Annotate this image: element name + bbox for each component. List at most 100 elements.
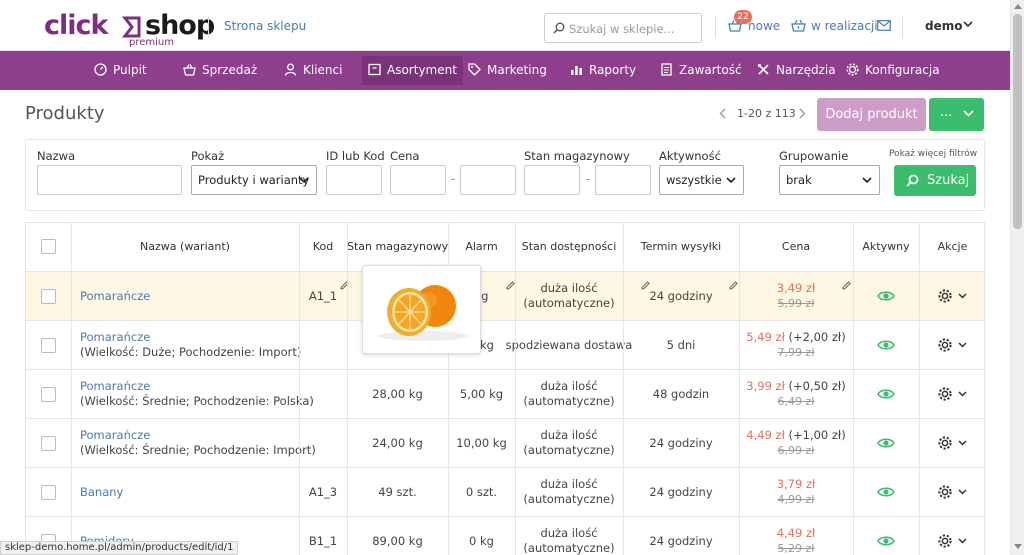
select-all-checkbox[interactable]	[41, 239, 56, 254]
edit-pencil-icon[interactable]	[641, 279, 650, 293]
table-row[interactable]: PomarańczeA1_1kgduża ilość(automatyczne)…	[26, 271, 984, 320]
table-row[interactable]: Pomarańcze (Wielkość: Średnie; Pochodzeni…	[26, 418, 984, 467]
scroll-down-arrow-icon[interactable]	[1014, 544, 1022, 550]
nav-item-zawartosc[interactable]: Zawartość	[654, 56, 748, 85]
eye-icon[interactable]	[877, 486, 895, 498]
row-checkbox[interactable]	[41, 386, 56, 402]
edit-pencil-icon[interactable]	[506, 279, 515, 293]
nav-item-klienci[interactable]: Klienci	[278, 56, 348, 85]
name-wrap: Pomarańcze	[80, 289, 150, 304]
row-actions-menu[interactable]	[938, 338, 967, 352]
user-menu[interactable]: demo	[925, 19, 962, 33]
more-filters-link[interactable]: Pokaż więcej filtrów	[889, 149, 977, 159]
basket-processing-icon[interactable]	[791, 19, 806, 33]
edit-pencil-icon[interactable]	[842, 279, 851, 293]
row-checkbox[interactable]	[41, 484, 56, 500]
filter-group-select[interactable]: brak	[779, 165, 880, 195]
gear-icon	[938, 289, 952, 303]
header-availability[interactable]: Stan dostępności	[515, 223, 623, 271]
chevron-right-icon[interactable]	[799, 108, 806, 119]
availability-value: spodziewana dostawa	[505, 337, 633, 352]
availability-wrap: duża ilość (automatyczne)	[523, 477, 614, 507]
row-actions-menu[interactable]	[938, 387, 967, 401]
search-button[interactable]: Szukaj	[894, 165, 976, 196]
filter-price-min-input[interactable]	[390, 165, 446, 195]
header-name[interactable]: Nazwa (wariant)	[71, 223, 299, 271]
filter-price-max-input[interactable]	[460, 165, 516, 195]
edit-pencil-icon[interactable]	[729, 279, 738, 293]
page-scrollbar[interactable]	[1010, 0, 1024, 555]
eye-icon[interactable]	[877, 388, 895, 400]
in-progress-link[interactable]: w realizacji	[811, 19, 878, 33]
table-row[interactable]: Banany A1_3 49 szt. 0 szt. duża ilość (automa…	[26, 467, 984, 516]
header-price[interactable]: Cena	[739, 223, 853, 271]
header-alarm[interactable]: Alarm	[448, 223, 515, 271]
filter-stock-min-input[interactable]	[524, 165, 580, 195]
row-actions-menu[interactable]	[938, 289, 967, 303]
top-bar: click shop premium Strona sklepu 22 nowe…	[0, 0, 1010, 51]
header-stock[interactable]: Stan magazynowy	[347, 223, 448, 271]
row-checkbox[interactable]	[41, 337, 56, 353]
product-name-link[interactable]: Pomarańcze	[80, 289, 150, 303]
eye-icon[interactable]	[877, 535, 895, 547]
filter-show-select[interactable]: Produkty i warianty	[191, 165, 317, 195]
filter-activity-select[interactable]: wszystkie	[659, 165, 744, 195]
availability-value: duża ilość	[540, 477, 598, 491]
row-actions-menu[interactable]	[938, 534, 967, 548]
add-product-button[interactable]: Dodaj produkt	[817, 98, 926, 131]
eye-icon[interactable]	[877, 437, 895, 449]
header-active[interactable]: Aktywny	[853, 223, 919, 271]
name-wrap: Pomarańcze (Wielkość: Średnie; Pochodzeni…	[80, 379, 314, 409]
scroll-up-arrow-icon[interactable]	[1014, 3, 1022, 9]
nav-item-sprzedaz[interactable]: Sprzedaż	[177, 56, 263, 85]
nav-item-raporty[interactable]: Raporty	[564, 56, 642, 85]
table-row[interactable]: Pomarańcze (Wielkość: Duże; Pochodzenie: …	[26, 320, 984, 369]
eye-icon[interactable]	[877, 339, 895, 351]
price-value: 3,99 zł	[746, 379, 785, 393]
new-orders-link[interactable]: nowe	[748, 19, 780, 33]
nav-item-konfiguracja[interactable]: Konfiguracja	[840, 56, 946, 85]
row-checkbox[interactable]	[41, 288, 56, 304]
price-wrap: 3,79 zł 4,99 zł	[777, 477, 816, 507]
eye-icon[interactable]	[877, 290, 895, 302]
product-name-link[interactable]: Pomarańcze	[80, 330, 150, 344]
chevron-down-icon	[299, 177, 309, 184]
filter-id-input[interactable]	[326, 165, 382, 195]
search-box[interactable]	[544, 13, 702, 43]
product-name-link[interactable]: Banany	[80, 485, 123, 499]
filter-stock-max-input[interactable]	[595, 165, 651, 195]
table-row[interactable]: Pomarańcze (Wielkość: Średnie; Pochodzeni…	[26, 369, 984, 418]
store-link[interactable]: Strona sklepu	[224, 19, 306, 33]
name-wrap: Pomarańcze (Wielkość: Średnie; Pochodzeni…	[80, 428, 316, 458]
main-nav: Pulpit Sprzedaż Klienci Asortyment Marke…	[0, 51, 1010, 90]
availability-value: duża ilość	[540, 379, 598, 393]
old-price-value: 6,99 zł	[777, 444, 815, 457]
shipping-value: 24 godziny	[649, 288, 713, 303]
old-price-value: 4,99 zł	[777, 493, 815, 506]
header-code[interactable]: Kod	[299, 223, 347, 271]
price-wrap: 3,99 zł (+0,50 zł) 6,49 zł	[746, 379, 845, 409]
chevron-left-icon[interactable]	[719, 108, 726, 119]
nav-item-narzedzia[interactable]: Narzędzia	[751, 56, 842, 85]
row-actions-menu[interactable]	[938, 436, 967, 450]
row-actions-menu[interactable]	[938, 485, 967, 499]
actions-cell	[919, 468, 984, 516]
price-value: 3,49 zł	[776, 281, 816, 295]
chevron-down-icon	[958, 489, 967, 495]
nav-item-asortyment[interactable]: Asortyment	[362, 56, 463, 85]
search-input[interactable]	[569, 19, 697, 38]
product-name-link[interactable]: Pomarańcze	[80, 428, 150, 442]
nav-item-marketing[interactable]: Marketing	[462, 56, 553, 85]
mail-icon[interactable]	[877, 20, 891, 31]
chevron-down-icon[interactable]	[963, 21, 973, 28]
header-shipping[interactable]: Termin wysyłki	[623, 223, 739, 271]
scrollbar-thumb[interactable]	[1013, 14, 1022, 229]
nav-item-pulpit[interactable]: Pulpit	[88, 56, 153, 85]
filter-name-input[interactable]	[37, 165, 182, 195]
more-actions-button[interactable]: ...	[929, 98, 984, 131]
filter-show-value: Produkty i warianty	[198, 173, 310, 187]
row-checkbox[interactable]	[41, 435, 56, 451]
page-title: Produkty	[25, 103, 105, 124]
nav-label: Raporty	[589, 63, 637, 77]
product-name-link[interactable]: Pomarańcze	[80, 379, 150, 393]
